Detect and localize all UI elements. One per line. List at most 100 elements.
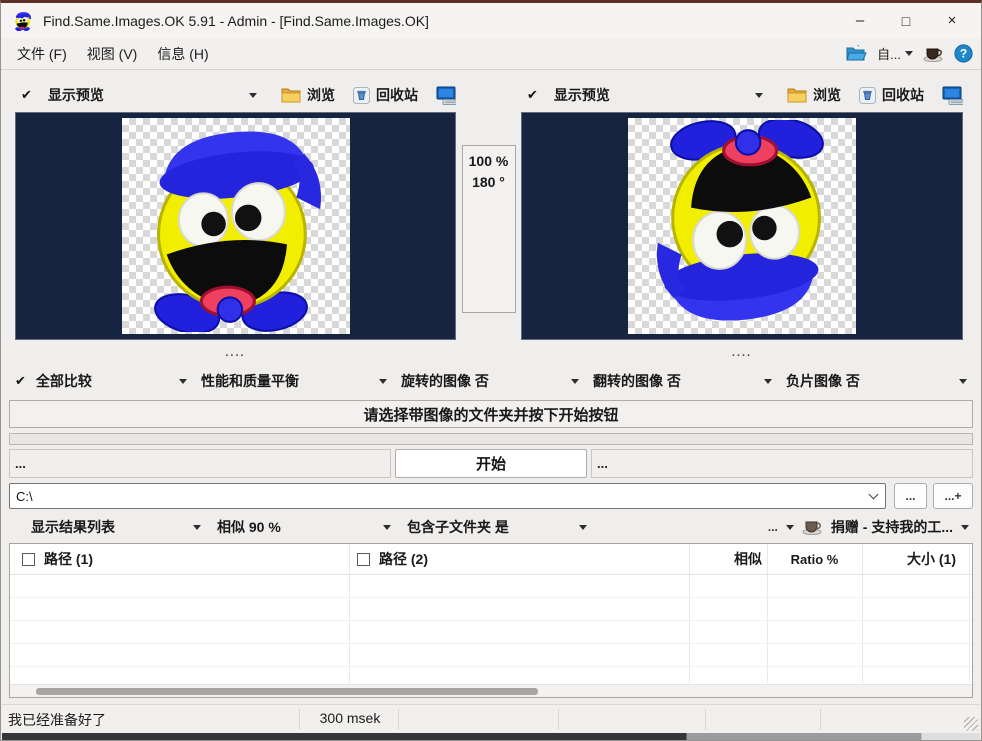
similar-header-label: 相似 <box>734 549 762 569</box>
comparison-options-row: ✔ 全部比较 性能和质量平衡 旋转的图像 否 翻转的图像 否 负片图像 否 <box>1 365 981 397</box>
right-preview-image <box>628 118 856 334</box>
zoom-info-box: 100 % 180 ° <box>462 145 516 313</box>
instruction-bar: 请选择带图像的文件夹并按下开始按钮 <box>9 400 973 428</box>
left-recycle-label: 回收站 <box>376 85 418 105</box>
left-open-button[interactable]: 打 <box>436 85 456 105</box>
right-result-path: ... <box>591 449 973 478</box>
resize-grip[interactable] <box>964 717 978 731</box>
chevron-down-icon[interactable] <box>961 525 969 530</box>
left-preview-toolbar: ✔ 显示预览 浏览 回收站 <box>15 85 456 105</box>
right-browse-label: 浏览 <box>813 85 841 105</box>
svg-text:?: ? <box>960 47 967 61</box>
rotated-images-dropdown[interactable]: 旋转的图像 否 <box>401 371 593 391</box>
ratio-header-label: Ratio % <box>791 552 839 567</box>
right-recycle-label: 回收站 <box>882 85 924 105</box>
select-all-checkbox-1[interactable] <box>22 553 35 566</box>
right-show-preview-label: 显示预览 <box>554 85 610 105</box>
right-browse-button[interactable]: 浏览 <box>787 85 841 105</box>
menu-view[interactable]: 视图 (V) <box>77 40 148 68</box>
folder-icon <box>281 87 301 103</box>
title-bar: Find.Same.Images.OK 5.91 - Admin - [Find… <box>1 3 981 38</box>
more-options-label[interactable]: ... <box>768 520 778 534</box>
left-browse-button[interactable]: 浏览 <box>281 85 335 105</box>
left-recycle-button[interactable]: 回收站 <box>353 85 418 105</box>
folder-path-combobox[interactable]: C:\ <box>9 483 886 509</box>
maximize-button[interactable]: □ <box>883 6 929 36</box>
window-bottom-edge <box>2 733 980 740</box>
menu-auto-dropdown[interactable]: 自... <box>877 44 913 63</box>
flipped-images-dropdown[interactable]: 翻转的图像 否 <box>593 371 786 391</box>
left-show-preview-dropdown[interactable]: ✔ 显示预览 <box>15 85 263 105</box>
combo-chevron-icon <box>869 490 879 500</box>
quality-balance-dropdown[interactable]: 性能和质量平衡 <box>201 371 401 391</box>
chevron-down-icon[interactable] <box>786 525 794 530</box>
column-header-similar[interactable]: 相似 <box>689 544 767 574</box>
results-table-body[interactable] <box>10 575 972 683</box>
show-results-dropdown[interactable]: 显示结果列表 <box>31 517 217 537</box>
minimize-button[interactable]: – <box>837 6 883 36</box>
status-divider <box>705 709 706 730</box>
coffee-cup-icon[interactable] <box>923 46 944 62</box>
left-show-preview-label: 显示预览 <box>48 85 104 105</box>
show-results-label: 显示结果列表 <box>31 517 115 537</box>
zoom-value: 100 % <box>463 151 515 172</box>
negative-images-label: 负片图像 否 <box>786 371 860 391</box>
results-options-row: 显示结果列表 相似 90 % 包含子文件夹 是 ... 捐赠 - 支持我的工..… <box>1 513 981 541</box>
scrollbar-thumb[interactable] <box>36 688 538 695</box>
donate-label[interactable]: 捐赠 - 支持我的工... <box>831 517 953 537</box>
help-icon[interactable]: ? <box>954 44 973 63</box>
smiley-image-left <box>130 120 342 332</box>
select-all-checkbox-2[interactable] <box>357 553 370 566</box>
chevron-down-icon <box>193 525 201 530</box>
left-preview-panel[interactable] <box>15 112 456 340</box>
compare-all-dropdown[interactable]: ✔ 全部比较 <box>15 371 201 391</box>
right-preview-panel[interactable] <box>521 112 963 340</box>
app-logo-icon <box>13 11 33 31</box>
left-result-path: ... <box>9 449 391 478</box>
left-browse-label: 浏览 <box>307 85 335 105</box>
path2-header-label: 路径 (2) <box>379 549 428 569</box>
column-header-path1[interactable]: 路径 (1) <box>10 544 349 574</box>
chevron-down-icon <box>755 93 763 98</box>
browse-folder-button[interactable]: ... <box>894 483 927 509</box>
zoom-info-column: 100 % 180 ° <box>456 112 521 340</box>
left-preview-image <box>122 118 350 334</box>
status-divider <box>558 709 559 730</box>
negative-images-dropdown[interactable]: 负片图像 否 <box>786 371 969 391</box>
column-header-ratio[interactable]: Ratio % <box>767 544 862 574</box>
chevron-down-icon <box>383 525 391 530</box>
status-divider <box>299 709 300 730</box>
add-folder-button[interactable]: ...+ <box>933 483 973 509</box>
close-button[interactable]: × <box>929 6 975 36</box>
chevron-down-icon <box>571 379 579 384</box>
folder-path-value: C:\ <box>16 489 33 504</box>
subfolders-dropdown[interactable]: 包含子文件夹 是 <box>407 517 603 537</box>
right-recycle-button[interactable]: 回收站 <box>859 85 924 105</box>
check-icon: ✔ <box>527 87 538 103</box>
left-panel-expander[interactable]: .... <box>15 347 456 359</box>
right-open-button[interactable]: 打 <box>942 85 963 105</box>
horizontal-scrollbar[interactable] <box>10 684 972 697</box>
chevron-down-icon <box>179 379 187 384</box>
window-title: Find.Same.Images.OK 5.91 - Admin - [Find… <box>43 13 429 29</box>
path1-header-label: 路径 (1) <box>44 549 93 569</box>
folder-open-icon[interactable] <box>845 45 867 62</box>
rotated-images-label: 旋转的图像 否 <box>401 371 489 391</box>
chevron-down-icon <box>905 51 913 56</box>
start-button[interactable]: 开始 <box>395 449 587 478</box>
similarity-label: 相似 90 % <box>217 517 281 537</box>
rotation-value: 180 ° <box>463 172 515 193</box>
status-elapsed-text: 300 msek <box>302 710 398 726</box>
flipped-images-label: 翻转的图像 否 <box>593 371 681 391</box>
chevron-down-icon <box>579 525 587 530</box>
menu-info[interactable]: 信息 (H) <box>147 40 218 68</box>
monitor-icon <box>436 86 456 105</box>
similarity-dropdown[interactable]: 相似 90 % <box>217 517 407 537</box>
start-row: ... 开始 ... <box>9 449 973 478</box>
column-header-path2[interactable]: 路径 (2) <box>349 544 689 574</box>
column-header-size[interactable]: 大小 (1) <box>862 544 969 574</box>
coffee-cup-icon <box>802 519 823 535</box>
right-show-preview-dropdown[interactable]: ✔ 显示预览 <box>521 85 769 105</box>
menu-file[interactable]: 文件 (F) <box>7 40 77 68</box>
right-panel-expander[interactable]: .... <box>521 347 963 359</box>
